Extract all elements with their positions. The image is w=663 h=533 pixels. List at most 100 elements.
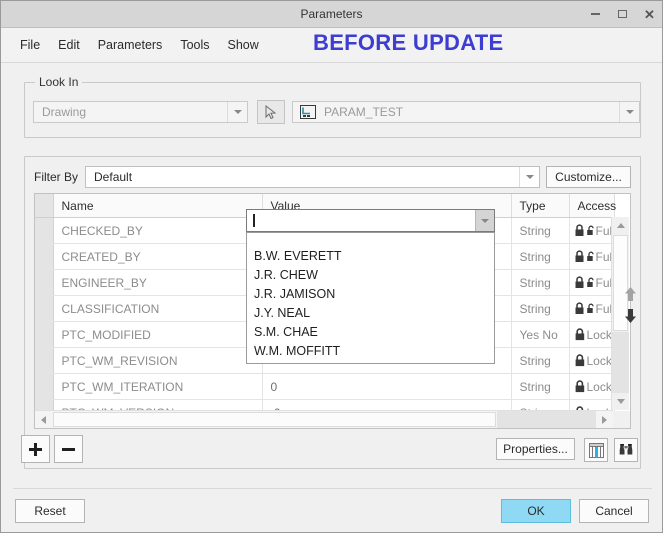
parameters-dialog: Parameters ✕ File Edit Parameters Tools … bbox=[0, 0, 663, 533]
before-update-annotation: BEFORE UPDATE bbox=[313, 30, 504, 55]
dropdown-option[interactable]: J.Y. NEAL bbox=[247, 304, 494, 323]
row-selector[interactable] bbox=[35, 373, 54, 400]
dropdown-option[interactable]: J.R. CHEW bbox=[247, 266, 494, 285]
lock-closed-icon bbox=[575, 354, 584, 367]
vscroll-track[interactable] bbox=[612, 332, 629, 393]
window-title: Parameters bbox=[300, 7, 363, 21]
plus-icon bbox=[29, 442, 42, 456]
reset-button[interactable]: Reset bbox=[15, 499, 85, 523]
cell-type[interactable]: String bbox=[511, 347, 570, 374]
column-header-type[interactable]: Type bbox=[511, 194, 570, 218]
hscroll-thumb[interactable] bbox=[53, 412, 496, 427]
columns-button[interactable] bbox=[584, 438, 608, 462]
minimize-button[interactable] bbox=[587, 6, 604, 23]
table-horizontal-scrollbar[interactable] bbox=[35, 410, 613, 428]
footer-divider bbox=[13, 488, 652, 489]
customize-button[interactable]: Customize... bbox=[546, 166, 631, 188]
text-caret bbox=[253, 214, 255, 227]
delete-parameter-button[interactable] bbox=[54, 435, 83, 463]
properties-button[interactable]: Properties... bbox=[496, 438, 575, 460]
scrollbar-corner bbox=[613, 411, 630, 428]
cell-type[interactable]: String bbox=[511, 373, 570, 400]
filter-by-combo[interactable]: Default bbox=[85, 166, 541, 188]
lock-closed-icon bbox=[575, 380, 584, 393]
cell-access[interactable]: Full bbox=[569, 217, 615, 244]
lock-closed-icon bbox=[575, 224, 583, 236]
column-header-access[interactable]: Access bbox=[569, 194, 616, 218]
chevron-down-icon[interactable] bbox=[227, 102, 247, 122]
triangle-right-icon bbox=[602, 415, 607, 424]
lock-closed-icon bbox=[575, 250, 583, 262]
table-row[interactable]: PTC_WM_ITERATION 0 String Lock bbox=[35, 373, 615, 400]
lock-closed-icon bbox=[575, 328, 584, 341]
dropdown-option[interactable]: S.M. CHAE bbox=[247, 323, 494, 342]
scroll-up-button[interactable] bbox=[612, 217, 629, 234]
cell-name[interactable]: PTC_WM_REVISION bbox=[53, 347, 263, 374]
menu-item-edit[interactable]: Edit bbox=[49, 34, 89, 56]
look-in-type-value: Drawing bbox=[42, 105, 87, 119]
menu-item-parameters[interactable]: Parameters bbox=[89, 34, 172, 56]
filter-row: Filter By Default Customize... bbox=[34, 166, 631, 188]
cell-type[interactable]: String bbox=[511, 243, 570, 270]
pick-object-button[interactable] bbox=[257, 100, 285, 124]
maximize-button[interactable] bbox=[614, 6, 631, 23]
row-selector[interactable] bbox=[35, 217, 54, 244]
cell-type[interactable]: String bbox=[511, 269, 570, 296]
cell-name[interactable]: CHECKED_BY bbox=[53, 217, 263, 244]
scroll-right-button[interactable] bbox=[596, 411, 613, 428]
columns-table-icon bbox=[588, 442, 604, 458]
find-button[interactable] bbox=[614, 438, 638, 462]
menu-items: File Edit Parameters Tools Show bbox=[11, 28, 268, 62]
access-label: Lock bbox=[586, 379, 612, 394]
cell-name[interactable]: PTC_MODIFIED bbox=[53, 321, 263, 348]
lock-open-icon bbox=[586, 225, 594, 235]
hscroll-track[interactable] bbox=[497, 411, 596, 428]
cell-name[interactable]: CREATED_BY bbox=[53, 243, 263, 270]
cell-type[interactable]: String bbox=[511, 295, 570, 322]
ok-button[interactable]: OK bbox=[501, 499, 571, 523]
cell-type[interactable]: String bbox=[511, 217, 570, 244]
scroll-left-button[interactable] bbox=[35, 411, 52, 428]
value-dropdown-list[interactable]: B.W. EVERETT J.R. CHEW J.R. JAMISON J.Y.… bbox=[246, 232, 495, 364]
cell-name[interactable]: PTC_WM_ITERATION bbox=[53, 373, 263, 400]
cell-access[interactable]: Lock bbox=[569, 321, 615, 348]
row-selector[interactable] bbox=[35, 321, 54, 348]
column-header-name[interactable]: Name bbox=[53, 194, 263, 218]
move-up-arrow-icon[interactable] bbox=[623, 286, 638, 302]
cell-access[interactable]: Lock bbox=[569, 347, 615, 374]
cell-name[interactable]: ENGINEER_BY bbox=[53, 269, 263, 296]
chevron-down-icon[interactable] bbox=[619, 102, 639, 122]
cell-access[interactable]: Full bbox=[569, 295, 615, 322]
close-button[interactable]: ✕ bbox=[641, 6, 658, 23]
cell-value[interactable]: 0 bbox=[262, 373, 512, 400]
menu-item-file[interactable]: File bbox=[11, 34, 49, 56]
cancel-button[interactable]: Cancel bbox=[579, 499, 649, 523]
menu-item-show[interactable]: Show bbox=[219, 34, 268, 56]
look-in-type-combo[interactable]: Drawing bbox=[33, 101, 248, 123]
value-editor-dropdown-button[interactable] bbox=[475, 210, 494, 231]
maximize-icon bbox=[618, 10, 627, 18]
lock-open-icon bbox=[586, 303, 594, 313]
cell-name[interactable]: CLASSIFICATION bbox=[53, 295, 263, 322]
look-in-object-combo[interactable]: PARAM_TEST bbox=[292, 101, 640, 123]
filter-by-label: Filter By bbox=[34, 170, 79, 184]
menu-item-tools[interactable]: Tools bbox=[171, 34, 218, 56]
chevron-down-icon[interactable] bbox=[519, 167, 539, 187]
add-parameter-button[interactable] bbox=[21, 435, 50, 463]
access-label: Lock bbox=[586, 327, 612, 342]
dropdown-option[interactable]: W.M. MOFFITT bbox=[247, 342, 494, 361]
cell-type[interactable]: Yes No bbox=[511, 321, 570, 348]
row-selector[interactable] bbox=[35, 347, 54, 374]
dropdown-option[interactable]: B.W. EVERETT bbox=[247, 247, 494, 266]
cell-access[interactable]: Full bbox=[569, 269, 615, 296]
move-down-arrow-icon[interactable] bbox=[623, 308, 638, 324]
scroll-down-button[interactable] bbox=[612, 393, 629, 410]
row-selector[interactable] bbox=[35, 243, 54, 270]
dropdown-option[interactable]: J.R. JAMISON bbox=[247, 285, 494, 304]
row-selector[interactable] bbox=[35, 269, 54, 296]
row-selector[interactable] bbox=[35, 295, 54, 322]
cell-access[interactable]: Full bbox=[569, 243, 615, 270]
look-in-group-title: Look In bbox=[35, 75, 83, 89]
cell-access[interactable]: Lock bbox=[569, 373, 615, 400]
value-editor-cell[interactable] bbox=[246, 209, 495, 232]
